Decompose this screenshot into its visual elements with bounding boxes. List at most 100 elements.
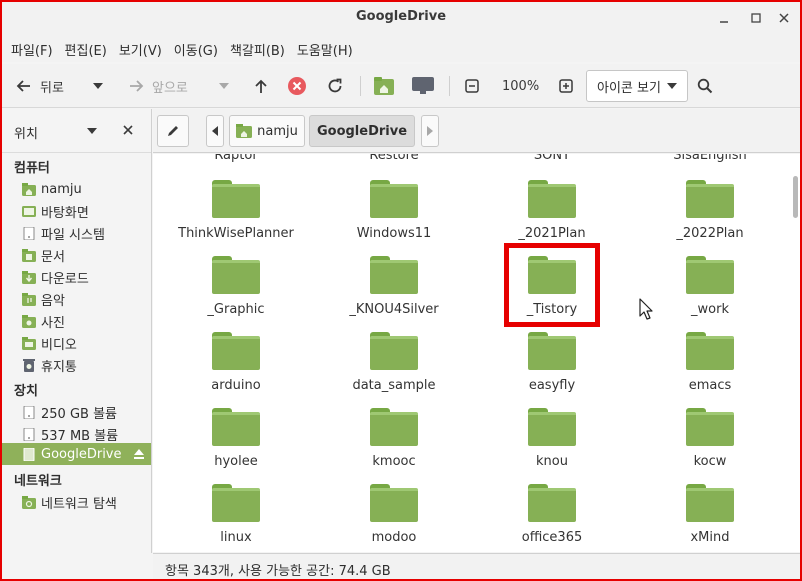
forward-button[interactable]: 앞으로 <box>128 64 188 108</box>
folder-item[interactable]: _work <box>645 256 775 317</box>
menu-bookmarks[interactable]: 책갈피(B) <box>225 34 290 62</box>
zoom-level[interactable]: 100% <box>502 64 539 108</box>
breadcrumb-googledrive[interactable]: GoogleDrive <box>309 115 415 147</box>
path-scroll-right[interactable] <box>421 115 439 147</box>
edit-location-button[interactable] <box>157 115 189 147</box>
folder-item[interactable]: ThinkWisePlanner <box>171 180 301 241</box>
minimize-icon[interactable] <box>714 8 734 28</box>
folder-item[interactable]: data_sample <box>329 332 459 393</box>
zoom-out-button[interactable] <box>465 64 479 108</box>
trash-icon <box>23 358 35 372</box>
pencil-icon <box>168 126 178 136</box>
folder-name: _2021Plan <box>518 226 586 241</box>
sidebar-item-volume-250gb[interactable]: 250 GB 볼륨 <box>2 401 151 423</box>
toolbar-separator <box>449 76 450 96</box>
reload-button[interactable] <box>326 64 344 108</box>
folder-icon <box>528 180 576 218</box>
music-folder-icon <box>22 292 36 306</box>
sidebar-item-volume-537mb[interactable]: 537 MB 볼륨 <box>2 423 151 445</box>
up-button[interactable] <box>253 64 269 108</box>
desktop-icon <box>22 205 36 217</box>
folder-icon <box>212 256 260 294</box>
highlight-box <box>504 243 600 327</box>
menu-bar: 파일(F) 편집(E) 보기(V) 이동(G) 책갈피(B) 도움말(H) <box>2 34 800 62</box>
folder-item[interactable]: office365 <box>487 484 617 545</box>
sidebar-item-googledrive[interactable]: GoogleDrive <box>2 443 151 465</box>
folder-item[interactable]: hyolee <box>171 408 301 469</box>
sidebar-item-desktop[interactable]: 바탕화면 <box>2 200 151 222</box>
folder-icon <box>528 408 576 446</box>
folder-item[interactable]: emacs <box>645 332 775 393</box>
close-sidebar-icon[interactable] <box>123 125 133 135</box>
path-bar: namju GoogleDrive <box>153 109 800 153</box>
sidebar-item-network-browse[interactable]: 네트워크 탐색 <box>2 491 151 513</box>
sidebar-item-label: namju <box>41 181 82 197</box>
window-title: GoogleDrive <box>355 9 447 24</box>
menu-go[interactable]: 이동(G) <box>169 34 223 62</box>
folder-item[interactable]: kmooc <box>329 408 459 469</box>
folder-name: kmooc <box>372 454 416 469</box>
folder-icon <box>370 408 418 446</box>
maximize-icon[interactable] <box>746 8 766 28</box>
folder-name[interactable]: Raptor <box>171 154 301 163</box>
scrollbar-thumb[interactable] <box>793 176 798 218</box>
sidebar-item-label: 다운로드 <box>41 271 89 287</box>
computer-button[interactable] <box>411 64 435 108</box>
menu-file[interactable]: 파일(F) <box>6 34 58 62</box>
menu-edit[interactable]: 편집(E) <box>60 34 112 62</box>
folder-icon <box>686 408 734 446</box>
forward-history-dropdown[interactable] <box>218 64 230 108</box>
menu-help[interactable]: 도움말(H) <box>292 34 358 62</box>
sidebar-item-music[interactable]: 음악 <box>2 288 151 310</box>
folder-item[interactable]: _2022Plan <box>645 180 775 241</box>
sidebar-item-home[interactable]: namju <box>2 178 151 200</box>
toolbar-separator <box>360 76 361 96</box>
back-history-dropdown[interactable] <box>92 64 104 108</box>
folder-icon <box>212 180 260 218</box>
sidebar-item-label: 사진 <box>41 315 65 331</box>
zoom-in-button[interactable] <box>559 64 573 108</box>
downloads-folder-icon <box>22 270 36 284</box>
home-button[interactable] <box>374 64 394 108</box>
sidebar-item-documents[interactable]: 문서 <box>2 244 151 266</box>
search-icon <box>697 78 713 94</box>
title-bar[interactable]: GoogleDrive <box>2 2 800 34</box>
folder-item[interactable]: _Graphic <box>171 256 301 317</box>
search-button[interactable] <box>697 64 713 108</box>
folder-item[interactable]: linux <box>171 484 301 545</box>
folder-name[interactable]: Restore <box>329 154 459 163</box>
folder-item[interactable]: arduino <box>171 332 301 393</box>
folder-item[interactable]: modoo <box>329 484 459 545</box>
folder-item[interactable]: xMind <box>645 484 775 545</box>
menu-view[interactable]: 보기(V) <box>114 34 167 62</box>
folder-item[interactable]: Windows11 <box>329 180 459 241</box>
folder-item[interactable]: kocw <box>645 408 775 469</box>
folder-item[interactable]: knou <box>487 408 617 469</box>
folder-name: ThinkWisePlanner <box>178 226 294 241</box>
folder-item[interactable]: _KNOU4Silver <box>329 256 459 317</box>
sidebar-item-videos[interactable]: 비디오 <box>2 332 151 354</box>
vertical-scrollbar[interactable] <box>789 154 800 552</box>
sidebar-mode-dropdown[interactable] <box>87 127 97 135</box>
close-icon[interactable] <box>774 8 794 28</box>
folder-item[interactable]: _2021Plan <box>487 180 617 241</box>
stop-button[interactable] <box>287 64 307 108</box>
back-button[interactable]: 뒤로 <box>16 64 64 108</box>
view-mode-select[interactable]: 아이콘 보기 <box>586 70 688 102</box>
sidebar-item-label: 네트워크 탐색 <box>41 496 117 512</box>
back-label: 뒤로 <box>40 80 64 96</box>
sidebar: 위치 컴퓨터 namju 바탕화면 파일 시스템 문서 다운로드 음악 사진 비… <box>2 109 152 553</box>
folder-name: emacs <box>688 378 732 393</box>
file-grid[interactable]: Raptor Restore SONY SisaEnglish ThinkWisePla… <box>153 154 789 552</box>
sidebar-item-filesystem[interactable]: 파일 시스템 <box>2 222 151 244</box>
eject-icon[interactable] <box>133 448 145 460</box>
sidebar-item-trash[interactable]: 휴지통 <box>2 354 151 376</box>
sidebar-item-downloads[interactable]: 다운로드 <box>2 266 151 288</box>
videos-folder-icon <box>22 336 36 350</box>
sidebar-item-pictures[interactable]: 사진 <box>2 310 151 332</box>
folder-item[interactable]: easyfly <box>487 332 617 393</box>
breadcrumb-namju[interactable]: namju <box>229 115 305 147</box>
path-scroll-left[interactable] <box>206 115 224 147</box>
folder-name[interactable]: SONY <box>487 154 617 163</box>
folder-name[interactable]: SisaEnglish <box>645 154 775 163</box>
